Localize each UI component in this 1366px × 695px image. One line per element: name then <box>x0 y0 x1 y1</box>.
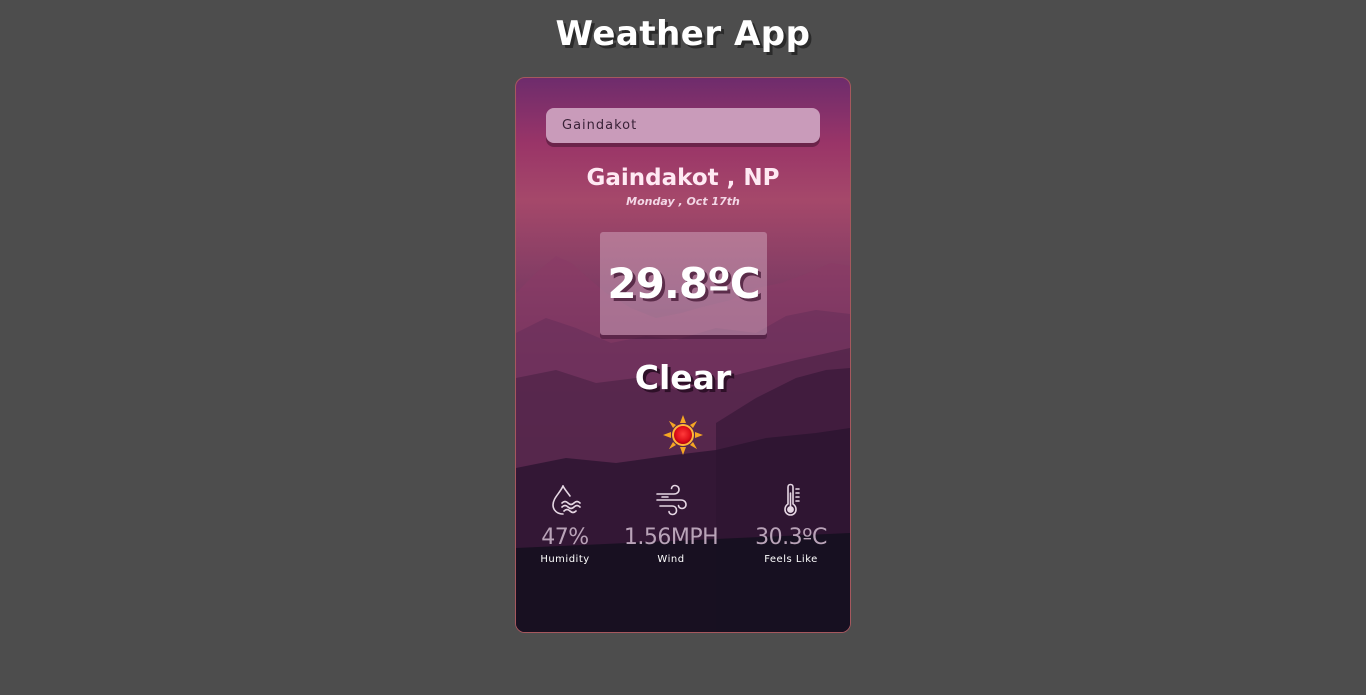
humidity-value: 47% <box>541 525 589 550</box>
search-input[interactable] <box>546 108 820 143</box>
weather-condition: Clear <box>634 358 732 397</box>
humidity-stat: 47% Humidity <box>516 483 620 565</box>
sun-icon <box>663 415 703 455</box>
temperature-panel: 29.8ºC <box>600 232 767 335</box>
app-title: Weather App <box>555 14 811 54</box>
date-label: Monday , Oct 17th <box>626 195 740 208</box>
wind-stat: 1.56MPH Wind <box>616 483 726 565</box>
wind-value: 1.56MPH <box>623 525 719 550</box>
wind-icon <box>656 484 687 516</box>
location-name: Gaindakot , NP <box>586 165 780 191</box>
thermometer-icon <box>784 483 800 516</box>
feels-like-stat: 30.3ºC Feels Like <box>736 483 846 565</box>
humidity-label: Humidity <box>540 554 590 565</box>
temperature-value: 29.8ºC <box>607 259 760 308</box>
feels-like-label: Feels Like <box>764 554 818 565</box>
weather-card: Gaindakot , NP Monday , Oct 17th 29.8ºC … <box>515 77 851 633</box>
feels-like-value: 30.3ºC <box>755 525 827 550</box>
humidity-icon <box>552 485 581 515</box>
wind-label: Wind <box>657 554 685 565</box>
